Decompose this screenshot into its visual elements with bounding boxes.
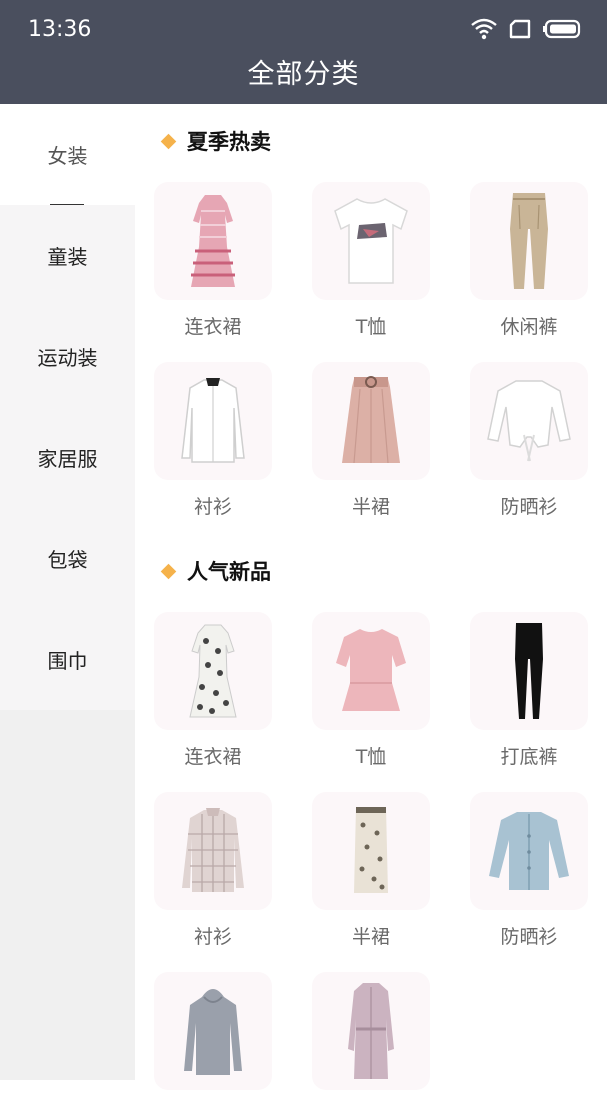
trousers-khaki-icon [470, 182, 588, 300]
category-item-tshirt[interactable]: T恤 [312, 182, 430, 339]
sidebar-item-bags[interactable]: 包袋 [0, 508, 135, 609]
item-label: 连衣裙 [184, 316, 242, 338]
item-label: 衬衫 [193, 926, 232, 948]
item-label: 衬衫 [193, 496, 232, 518]
battery-icon [543, 19, 581, 43]
sidebar-item-sportswear[interactable]: 运动装 [0, 306, 135, 407]
leggings-black-icon [470, 612, 588, 730]
item-label: 休闲裤 [500, 316, 558, 338]
category-item-dress[interactable]: 连衣裙 [154, 182, 272, 339]
tshirt-white-icon [312, 182, 430, 300]
sidebar-item-label: 围巾 [47, 649, 88, 673]
category-sidebar: 女装 童装 运动装 家居服 包袋 围巾 [0, 104, 135, 1080]
item-label: 连衣裙 [184, 746, 242, 768]
wifi-icon [471, 18, 497, 44]
category-item-leggings[interactable]: 打底裤 [470, 612, 588, 769]
sidebar-item-womens[interactable]: 女装 [0, 104, 135, 206]
item-label: 防晒衫 [500, 496, 558, 518]
dress-pink-icon [154, 182, 272, 300]
item-label: 半裙 [351, 926, 390, 948]
category-item-shirt[interactable]: 衬衫 [154, 362, 272, 519]
category-content: 夏季热卖 连衣裙 T恤 休闲裤 衬衫 半裙 防晒衫 人气新品 连衣裙 T恤 打底… [135, 104, 607, 1090]
sidebar-item-label: 包袋 [47, 548, 88, 572]
status-time: 13:36 [28, 17, 92, 42]
diamond-icon [160, 563, 177, 579]
sidebar-item-label: 女装 [47, 144, 88, 168]
category-item-sun-protection[interactable]: 防晒衫 [470, 362, 588, 519]
sidebar-item-kids[interactable]: 童装 [0, 205, 135, 306]
cardigan-white-icon [470, 362, 588, 480]
sidebar-item-label: 家居服 [37, 447, 98, 471]
status-icons [471, 18, 581, 44]
item-label: 防晒衫 [500, 926, 558, 948]
page-title: 全部分类 [247, 59, 360, 90]
sidebar-item-label: 运动装 [37, 346, 98, 370]
item-label: 打底裤 [500, 746, 558, 768]
shirt-white-icon [154, 362, 272, 480]
sim-card-icon [509, 19, 531, 43]
hoodie-grey-icon [154, 972, 272, 1090]
cardigan-blue-icon [470, 792, 588, 910]
item-label: T恤 [355, 746, 387, 768]
diamond-icon [160, 133, 177, 149]
category-item-sun-protection[interactable]: 防晒衫 [470, 792, 588, 949]
section-title: 人气新品 [187, 560, 271, 584]
skirt-pink-icon [312, 362, 430, 480]
category-item-tshirt[interactable]: T恤 [312, 612, 430, 769]
section-header-summer: 夏季热卖 [160, 126, 271, 156]
dress-floral-icon [154, 612, 272, 730]
blouse-pink-icon [312, 612, 430, 730]
item-label: 半裙 [351, 496, 390, 518]
shirt-plaid-icon [154, 792, 272, 910]
sidebar-item-scarves[interactable]: 围巾 [0, 609, 135, 710]
category-item-dress[interactable]: 连衣裙 [154, 612, 272, 769]
category-item-hoodie[interactable] [154, 972, 272, 1102]
category-item-shirt[interactable]: 衬衫 [154, 792, 272, 949]
section-title: 夏季热卖 [187, 130, 271, 154]
coat-lilac-icon [312, 972, 430, 1090]
app-header: 13:36 全部分类 [0, 0, 607, 104]
section-header-new: 人气新品 [160, 556, 271, 586]
sidebar-item-homewear[interactable]: 家居服 [0, 407, 135, 508]
skirt-patterned-icon [312, 792, 430, 910]
category-item-skirt[interactable]: 半裙 [312, 362, 430, 519]
category-item-skirt[interactable]: 半裙 [312, 792, 430, 949]
sidebar-item-label: 童装 [47, 245, 88, 269]
item-label: T恤 [355, 316, 387, 338]
category-item-casual-pants[interactable]: 休闲裤 [470, 182, 588, 339]
category-item-coat[interactable] [312, 972, 430, 1102]
